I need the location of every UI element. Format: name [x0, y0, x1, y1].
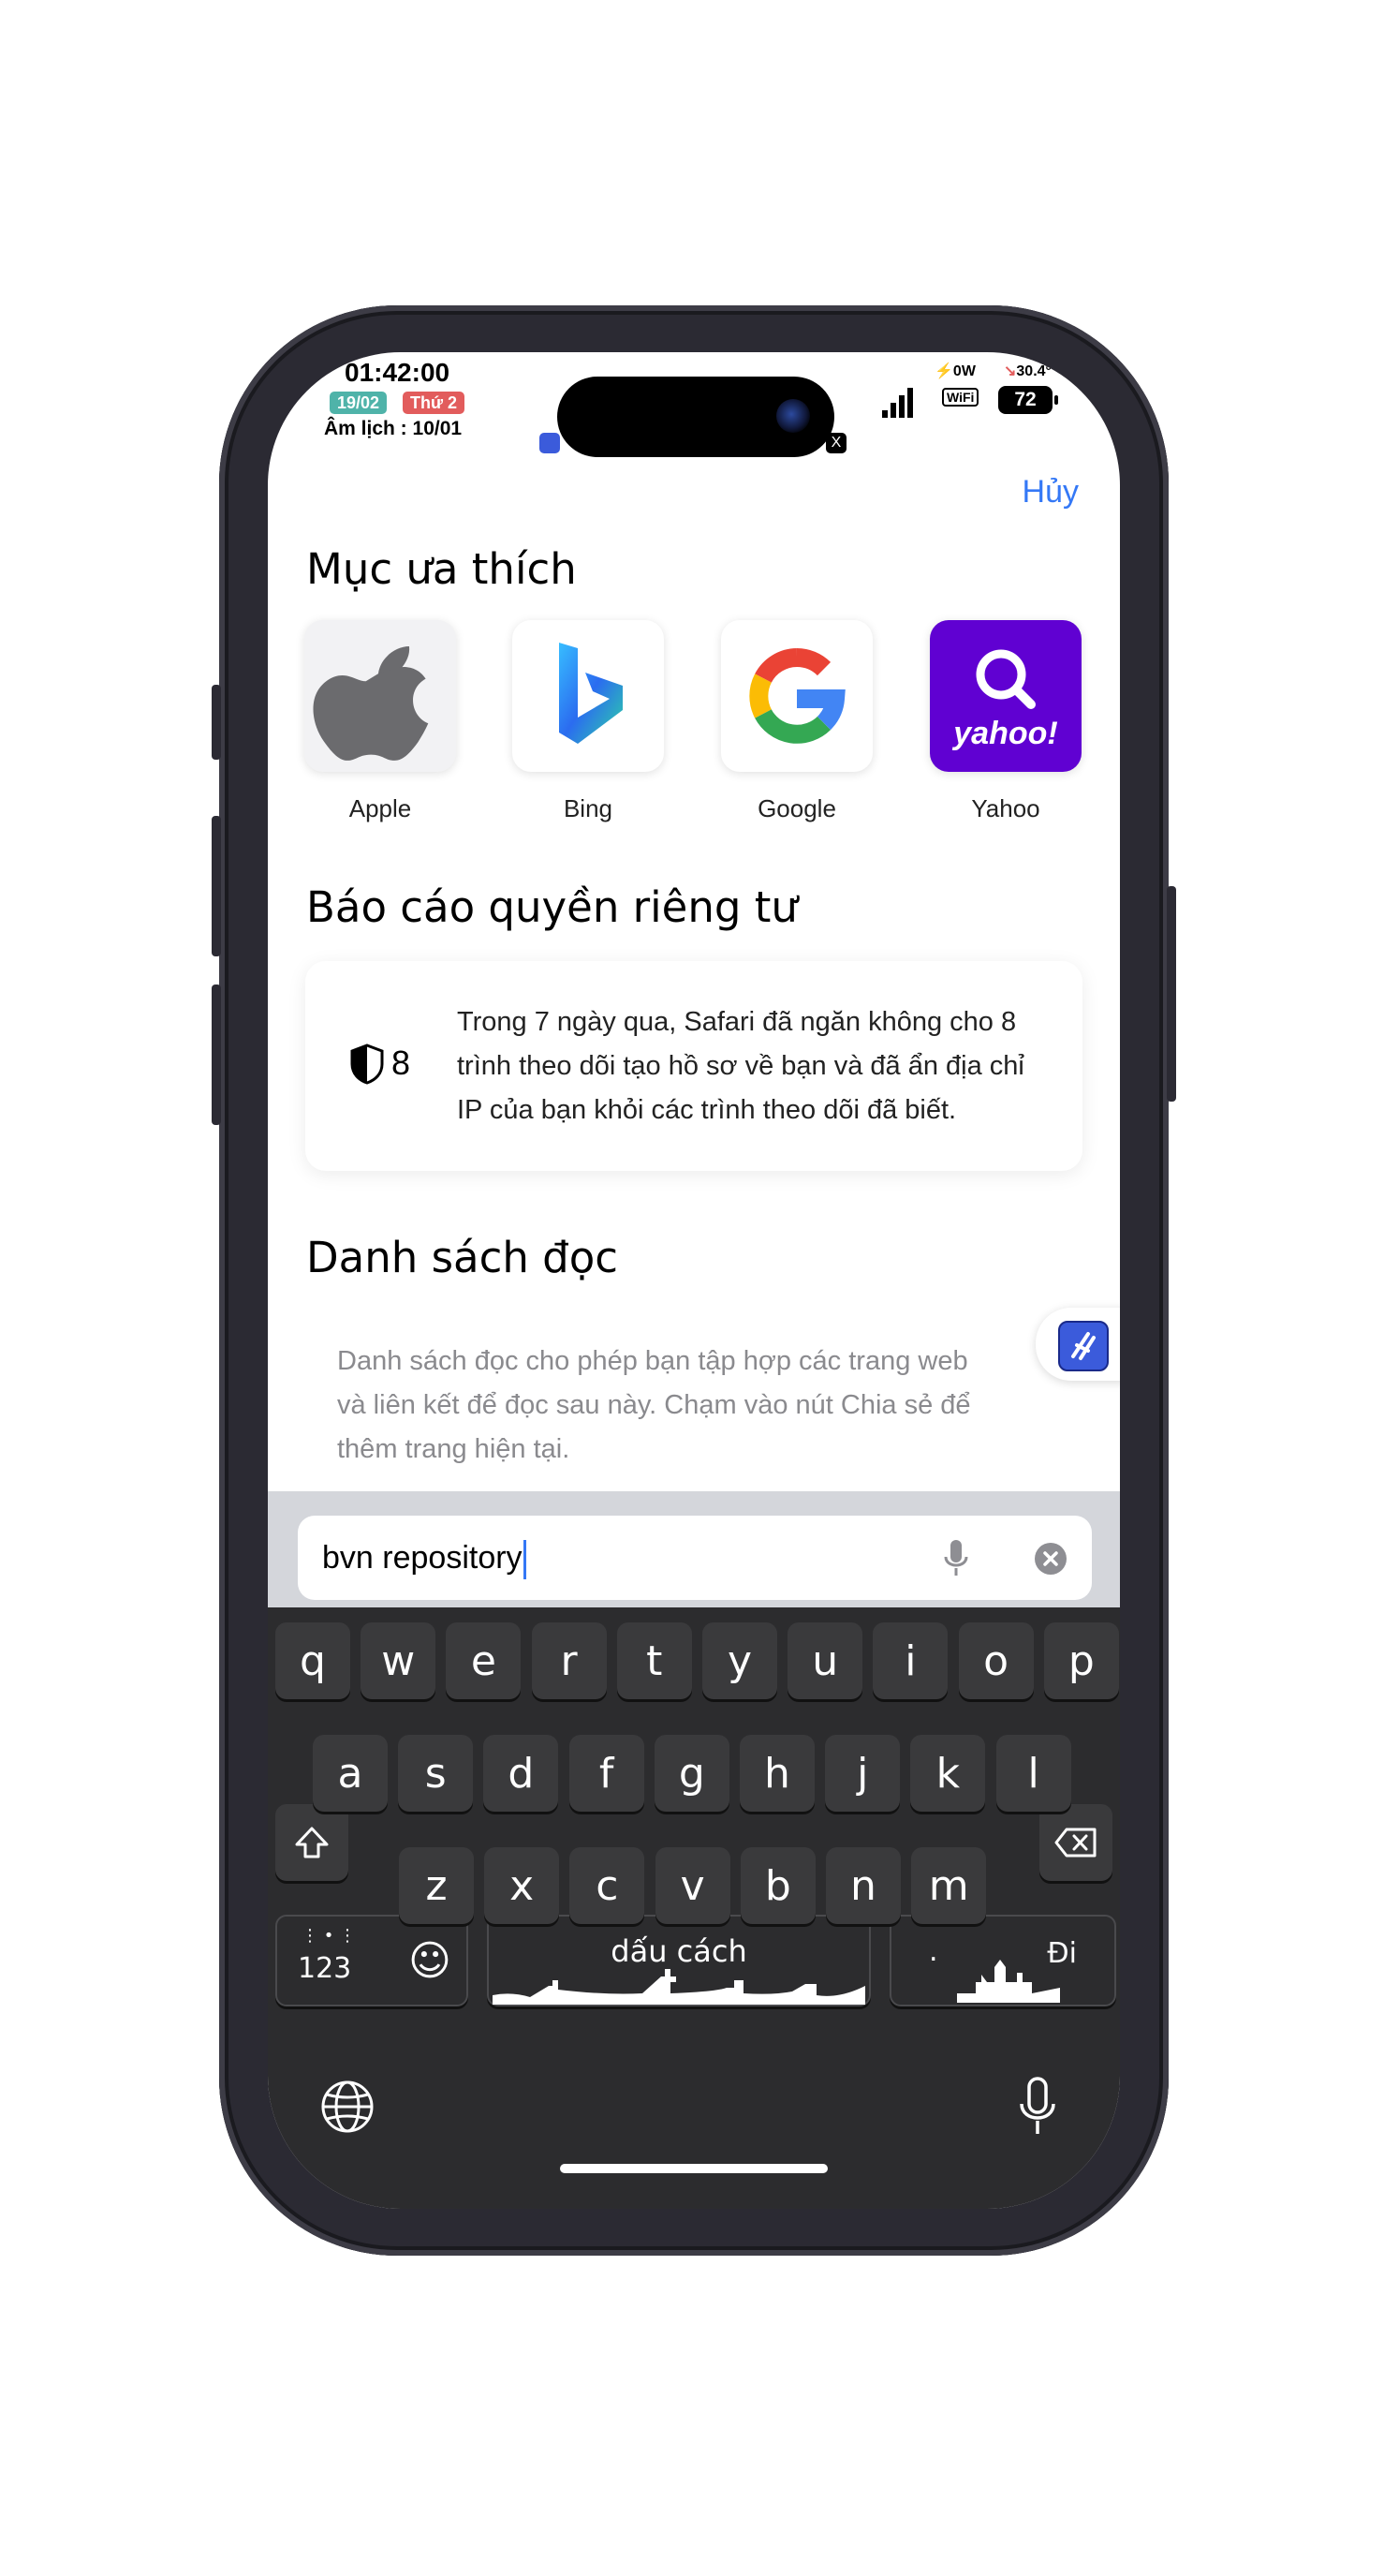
dictation-microphone-icon[interactable] [1017, 2076, 1058, 2138]
delete-key[interactable] [1039, 1804, 1112, 1881]
key-z[interactable]: z [399, 1847, 474, 1924]
status-time: 01:42:00 [345, 358, 450, 387]
key-b[interactable]: b [740, 1847, 816, 1924]
key-m[interactable]: m [911, 1847, 987, 1924]
key-u[interactable]: u [788, 1622, 863, 1699]
x-notification-icon: X [826, 433, 847, 453]
privacy-description: Trong 7 ngày qua, Safari đã ngăn không c… [457, 1007, 1024, 1125]
battery-indicator: 72 [998, 386, 1058, 414]
spider-decoration-icon: ⋮ • ⋮ [302, 1926, 357, 1946]
privacy-report-card[interactable]: 8 Trong 7 ngày qua, Safari đã ngăn không… [305, 961, 1082, 1171]
action-button [212, 685, 221, 760]
key-s[interactable]: s [398, 1735, 474, 1812]
tracker-count: 8 [391, 1044, 411, 1082]
favorite-label: Yahoo [971, 794, 1040, 822]
text-cursor [523, 1540, 526, 1580]
key-x[interactable]: x [484, 1847, 560, 1924]
key-l[interactable]: l [995, 1735, 1071, 1812]
key-n[interactable]: n [826, 1847, 901, 1924]
google-logo-icon [721, 620, 873, 772]
keyboard: 123 ⋮ • ⋮ ☺ dấu cách . Đi q w e r t y u … [268, 1607, 1120, 2209]
phone-frame: 01:42:00 19/02 Thứ 2 Âm lịch : 10/01 X ⚡… [212, 305, 1176, 2256]
bing-logo-icon [512, 620, 664, 772]
graveyard-decoration-icon [493, 1969, 865, 2005]
weekday-badge: Thứ 2 [403, 392, 465, 414]
camera-icon [776, 399, 810, 433]
favorite-google[interactable]: Google [720, 620, 874, 823]
emoji-icon[interactable]: ☺ [408, 1937, 451, 1985]
key-w[interactable]: w [361, 1622, 436, 1699]
shift-key[interactable] [275, 1804, 348, 1881]
favorite-apple[interactable]: Apple [303, 620, 457, 823]
key-d[interactable]: d [483, 1735, 559, 1812]
favorite-yahoo[interactable]: yahoo! Yahoo [929, 620, 1082, 823]
numbers-emoji-key[interactable]: 123 ⋮ • ⋮ ☺ [275, 1915, 468, 2006]
key-q[interactable]: q [275, 1622, 350, 1699]
shortcut-app-icon [1058, 1321, 1109, 1371]
space-key-label: dấu cách [611, 1933, 747, 1969]
privacy-report-title: Báo cáo quyền riêng tư [306, 882, 798, 932]
yahoo-wordmark: yahoo! [953, 716, 1058, 751]
key-y[interactable]: y [702, 1622, 777, 1699]
power-button [1167, 886, 1176, 1102]
key-o[interactable]: o [958, 1622, 1034, 1699]
key-j[interactable]: j [825, 1735, 901, 1812]
key-a[interactable]: a [313, 1735, 388, 1812]
favorite-label: Apple [348, 794, 412, 822]
period-key-label: . [929, 1935, 938, 1968]
go-key[interactable]: . Đi [890, 1915, 1116, 2006]
favorites-title: Mục ưa thích [306, 544, 577, 594]
temperature-readout: ↘30.4° [1004, 363, 1052, 379]
search-input-value: bvn repository [322, 1540, 526, 1580]
home-indicator [560, 2164, 828, 2173]
date-badge: 19/02 [330, 392, 388, 414]
favorite-bing[interactable]: Bing [511, 620, 665, 823]
volume-down-button [212, 985, 221, 1125]
screen: 01:42:00 19/02 Thứ 2 Âm lịch : 10/01 X ⚡… [268, 352, 1120, 2209]
microphone-icon[interactable] [942, 1538, 970, 1579]
favorite-label: Google [758, 794, 836, 822]
key-r[interactable]: r [531, 1622, 607, 1699]
key-p[interactable]: p [1043, 1622, 1119, 1699]
signal-icon [882, 384, 916, 418]
clear-text-icon[interactable] [1034, 1542, 1067, 1576]
power-readout: ⚡0W [935, 363, 976, 379]
search-input[interactable]: bvn repository [298, 1516, 1092, 1600]
apple-logo-icon [304, 620, 456, 772]
volume-up-button [212, 816, 221, 956]
key-h[interactable]: h [740, 1735, 815, 1812]
key-k[interactable]: k [910, 1735, 986, 1812]
backspace-icon [1054, 1828, 1097, 1858]
numbers-key-label: 123 [298, 1952, 352, 1985]
favorite-label: Bing [563, 794, 613, 822]
key-i[interactable]: i [873, 1622, 949, 1699]
key-t[interactable]: t [616, 1622, 692, 1699]
castle-decoration-icon [957, 1960, 1060, 2003]
reading-list-title: Danh sách đọc [306, 1233, 618, 1282]
key-f[interactable]: f [568, 1735, 644, 1812]
floating-shortcut-button[interactable] [1036, 1308, 1120, 1381]
key-v[interactable]: v [655, 1847, 730, 1924]
reading-list-description: Danh sách đọc cho phép bạn tập hợp các t… [337, 1346, 971, 1464]
globe-icon[interactable] [320, 2080, 375, 2134]
shield-icon [350, 1044, 384, 1085]
facebook-notification-icon [539, 433, 560, 453]
wifi-icon: WiFi [942, 388, 979, 407]
key-e[interactable]: e [446, 1622, 522, 1699]
key-g[interactable]: g [654, 1735, 729, 1812]
yahoo-logo-icon: yahoo! [930, 620, 1082, 772]
key-c[interactable]: c [569, 1847, 645, 1924]
space-key[interactable]: dấu cách [487, 1915, 871, 2006]
cancel-button[interactable]: Hủy [1023, 474, 1079, 511]
lunar-date: Âm lịch : 10/01 [324, 418, 463, 439]
shift-icon [295, 1827, 329, 1858]
search-bar-area: bvn repository [268, 1491, 1120, 1607]
dynamic-island [557, 377, 834, 457]
